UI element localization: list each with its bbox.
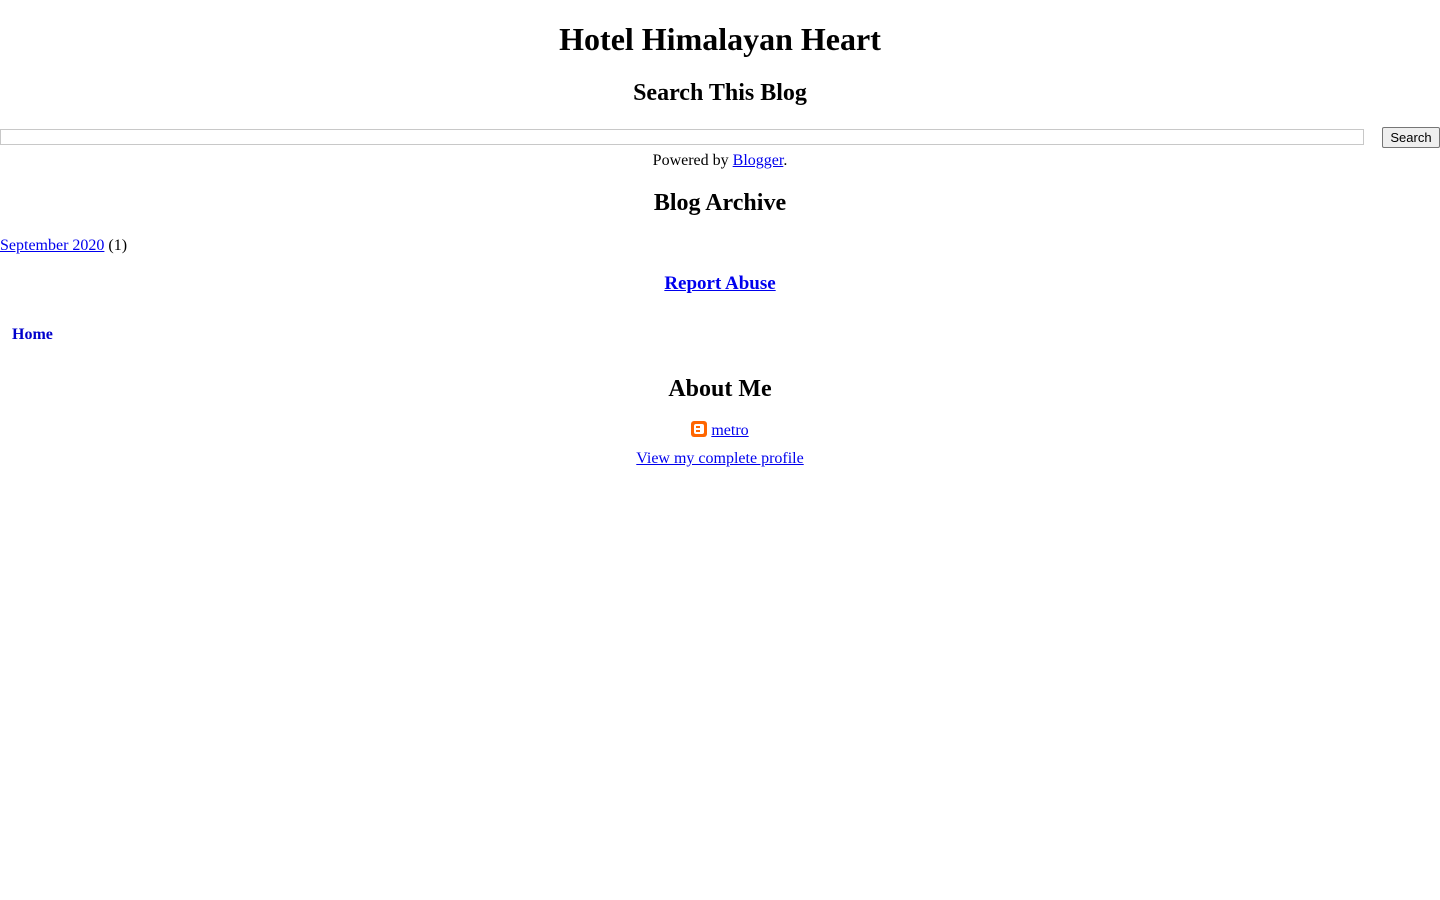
profile-name-link[interactable]: metro — [711, 422, 748, 439]
blogger-icon — [691, 421, 708, 437]
blog-title: Hotel Himalayan Heart — [559, 21, 881, 57]
about-me-heading: About Me — [668, 376, 772, 402]
powered-by-prefix: Powered by — [652, 152, 733, 169]
archive-post-count: (1) — [108, 237, 128, 254]
report-abuse-link[interactable]: Report Abuse — [664, 273, 775, 294]
powered-by: Powered by Blogger. — [0, 151, 1440, 171]
powered-by-suffix: . — [783, 152, 788, 169]
view-profile-link[interactable]: View my complete profile — [636, 450, 803, 467]
home-link[interactable]: Home — [12, 325, 53, 345]
search-input[interactable] — [0, 129, 1364, 145]
search-button[interactable]: Search — [1382, 127, 1440, 148]
search-heading: Search This Blog — [633, 80, 807, 106]
profile-line: metro — [0, 421, 1440, 441]
archive-month-link[interactable]: September 2020 — [0, 237, 104, 254]
archive-list-item: September 2020 (1) — [0, 236, 127, 256]
view-profile: View my complete profile — [0, 449, 1440, 469]
blogger-link[interactable]: Blogger — [733, 152, 784, 169]
report-abuse: Report Abuse — [0, 273, 1440, 295]
blog-archive-heading: Blog Archive — [653, 190, 787, 216]
